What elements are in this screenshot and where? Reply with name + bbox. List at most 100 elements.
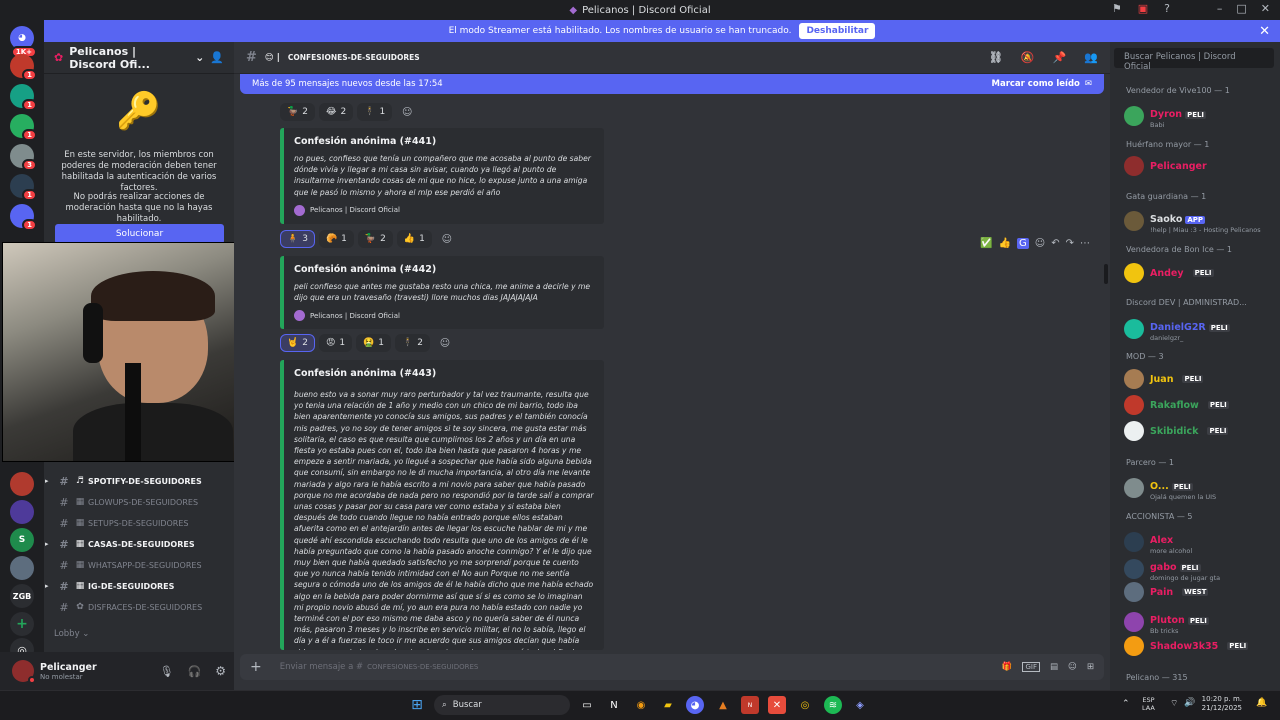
- search-input[interactable]: Buscar Pelicanos | Discord Oficial: [1114, 48, 1274, 72]
- avatar[interactable]: [12, 660, 36, 684]
- app-icon[interactable]: ◉: [632, 696, 650, 714]
- reaction-button[interactable]: 😂 2: [318, 103, 354, 121]
- task-view-icon[interactable]: ▭: [578, 696, 596, 714]
- add-reaction-icon[interactable]: ☺: [396, 103, 418, 121]
- server-icon[interactable]: ZGB: [10, 584, 34, 608]
- add-reaction-icon[interactable]: ☺: [434, 334, 456, 352]
- brave-icon[interactable]: ▲: [714, 696, 732, 714]
- member-item[interactable]: Andey PELI: [1124, 263, 1274, 283]
- mark-read-button[interactable]: Marcar como leído: [992, 79, 1080, 89]
- app-icon[interactable]: ✕: [768, 696, 786, 714]
- server-icon[interactable]: [10, 472, 34, 496]
- server-icon[interactable]: [10, 500, 34, 524]
- reaction-button[interactable]: 😡 1: [318, 334, 353, 352]
- add-server-button[interactable]: +: [10, 612, 34, 636]
- gift-icon[interactable]: 🎁: [1002, 662, 1013, 672]
- reply-icon[interactable]: ↶: [1051, 238, 1059, 249]
- server-header[interactable]: ✿ Pelicanos | Discord Ofi... ⌄ 👤: [44, 42, 234, 74]
- sticker-icon[interactable]: ▤: [1050, 662, 1058, 672]
- member-item[interactable]: Pelicanger: [1124, 156, 1274, 176]
- apps-icon[interactable]: ⊞: [1087, 662, 1094, 672]
- inbox-icon[interactable]: ⚑: [1112, 2, 1122, 15]
- channel-item[interactable]: ▸ # ▦ casas-de-seguidores: [44, 534, 234, 554]
- new-messages-bar[interactable]: Más de 95 mensajes nuevos desde las 17:5…: [240, 74, 1104, 94]
- member-item[interactable]: O... PELI Ojalá quemen la UIS: [1124, 474, 1274, 501]
- help-icon[interactable]: ?: [1164, 2, 1170, 15]
- language-indicator[interactable]: ESP LAA: [1142, 696, 1155, 712]
- channel-item[interactable]: ▸ # ▦ ig-de-seguidores: [44, 576, 234, 596]
- member-item[interactable]: gabo PELI domingo de jugar gta: [1124, 555, 1274, 582]
- message-composer[interactable]: + Enviar mensaje a # confesiones-de-segu…: [240, 654, 1104, 680]
- member-item[interactable]: Shadow3k35 PELI: [1124, 636, 1274, 656]
- reaction-button[interactable]: 🦆 2: [280, 103, 315, 121]
- lobby-category[interactable]: Lobby ⌄: [54, 629, 89, 639]
- g-reaction-icon[interactable]: G: [1017, 238, 1029, 249]
- server-icon[interactable]: 3: [10, 144, 37, 171]
- clock[interactable]: 10:20 p. m. 21/12/2025: [1200, 695, 1242, 713]
- invite-icon[interactable]: 👤: [210, 51, 224, 64]
- member-item[interactable]: Pluton PELI Bb tricks: [1124, 608, 1274, 635]
- notifications-bell-icon[interactable]: 🔔: [1256, 698, 1267, 708]
- member-item[interactable]: Dyron PELI Babi: [1124, 102, 1274, 129]
- scrollbar[interactable]: [1104, 264, 1108, 284]
- reaction-button[interactable]: 👍 1: [396, 230, 432, 248]
- notion-icon[interactable]: N: [605, 696, 623, 714]
- network-icon[interactable]: ⌔: [1170, 698, 1178, 709]
- channel-item[interactable]: # ✿ disfraces-de-seguidores: [44, 597, 234, 617]
- member-list-icon[interactable]: 👥: [1084, 51, 1098, 64]
- channel-item[interactable]: ▸ # ♬ spotify-de-seguidores: [44, 471, 234, 491]
- app-icon[interactable]: ◈: [851, 696, 869, 714]
- solve-button[interactable]: Solucionar: [55, 224, 224, 244]
- notifications-icon[interactable]: 🔕: [1021, 51, 1035, 64]
- netflix-icon[interactable]: N: [741, 696, 759, 714]
- reaction-button[interactable]: 🦆 2: [357, 230, 393, 248]
- add-reaction-icon[interactable]: ☺: [436, 230, 458, 248]
- tray-chevron-icon[interactable]: ⌃: [1122, 699, 1130, 709]
- member-item[interactable]: Juan PELI: [1124, 369, 1274, 389]
- server-icon[interactable]: 1: [10, 54, 37, 81]
- channel-item[interactable]: # ▦ setups-de-seguidores: [44, 513, 234, 533]
- member-item[interactable]: Alex more alcohol: [1124, 528, 1274, 555]
- member-item[interactable]: Rakaflow PELI: [1124, 395, 1274, 415]
- microphone-icon[interactable]: 🎙: [160, 665, 174, 678]
- check-reaction-icon[interactable]: ✅: [980, 238, 992, 249]
- server-icon[interactable]: 1: [10, 204, 37, 231]
- member-item[interactable]: Pain WEST: [1124, 582, 1274, 602]
- windows-start-icon[interactable]: ⊞: [408, 696, 426, 714]
- gif-icon[interactable]: GIF: [1022, 662, 1040, 672]
- reaction-button[interactable]: 🕴 1: [357, 103, 393, 121]
- taskbar-search[interactable]: ⌕ Buscar: [434, 695, 570, 715]
- forward-icon[interactable]: ↷: [1066, 238, 1074, 249]
- server-icon[interactable]: 1: [10, 114, 37, 141]
- app-icon[interactable]: ◎: [796, 696, 814, 714]
- screen-share-icon[interactable]: ▣: [1138, 2, 1148, 15]
- home-dm-button[interactable]: ◕ 1K+: [10, 26, 37, 58]
- threads-icon[interactable]: ⛓: [989, 51, 1003, 64]
- server-icon[interactable]: 1: [10, 84, 37, 111]
- channel-item[interactable]: # ▦ glowups-de-seguidores: [44, 492, 234, 512]
- thumbs-up-icon[interactable]: 👍: [999, 238, 1011, 249]
- reaction-button[interactable]: 🥐 1: [318, 230, 354, 248]
- folder-icon[interactable]: ▰: [659, 696, 677, 714]
- member-item[interactable]: Saoko APP !help | Miau :3 - Hosting Pelica…: [1124, 207, 1274, 234]
- attach-plus-icon[interactable]: +: [250, 659, 262, 675]
- server-icon[interactable]: [10, 556, 34, 580]
- more-options-icon[interactable]: ⋯: [1080, 238, 1090, 249]
- emoji-icon[interactable]: ☺: [1068, 662, 1077, 672]
- reaction-button[interactable]: 🕴 2: [395, 334, 430, 352]
- reaction-button[interactable]: 🧍 3: [280, 230, 315, 248]
- add-reaction-icon[interactable]: ☺: [1035, 238, 1045, 249]
- reaction-button[interactable]: 🤘 2: [280, 334, 315, 352]
- volume-icon[interactable]: 🔊: [1184, 698, 1195, 708]
- server-icon[interactable]: S: [10, 528, 34, 552]
- maximize-button[interactable]: □: [1236, 2, 1246, 15]
- server-icon[interactable]: 1: [10, 174, 37, 201]
- discord-taskbar-icon[interactable]: ◕: [686, 696, 704, 714]
- minimize-button[interactable]: –: [1217, 2, 1223, 15]
- gear-icon[interactable]: ⚙: [215, 664, 226, 678]
- pin-icon[interactable]: 📌: [1053, 51, 1067, 64]
- close-banner-icon[interactable]: ✕: [1259, 24, 1270, 39]
- member-item[interactable]: DanielG2R PELI danielgzr_: [1124, 315, 1274, 342]
- channel-item[interactable]: # ▦ whatsapp-de-seguidores: [44, 555, 234, 575]
- headphones-icon[interactable]: 🎧: [188, 665, 202, 678]
